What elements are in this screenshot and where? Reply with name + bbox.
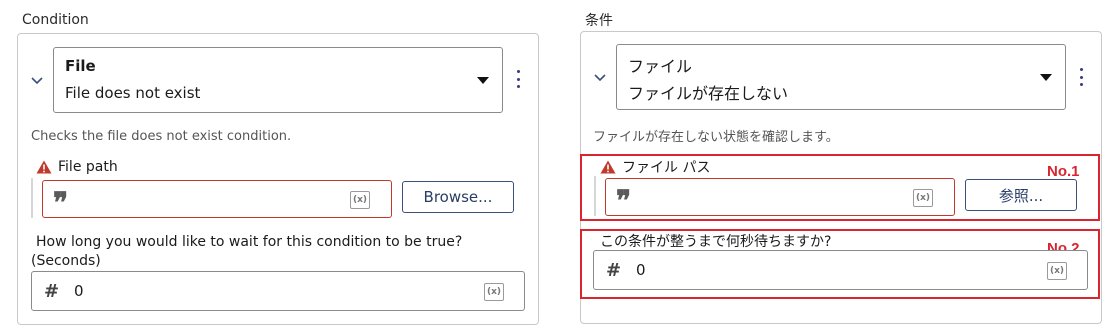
wait-label-unit: (Seconds) (31, 253, 101, 269)
more-vertical-icon[interactable] (1078, 68, 1084, 86)
file-path-label: File path (36, 159, 118, 175)
variable-x-icon[interactable]: (x) (484, 283, 504, 301)
file-path-input-jp[interactable]: ❞ (x) (605, 178, 955, 216)
dropdown-caret-icon (477, 77, 489, 84)
variable-x-icon[interactable]: (x) (913, 189, 933, 207)
dropdown-caret-icon (1040, 74, 1052, 81)
file-path-label-jp: ファイル パス (600, 157, 710, 177)
wait-seconds-input[interactable]: # 0 (x) (31, 271, 525, 311)
browse-button-jp[interactable]: 参照... (965, 179, 1077, 211)
wait-label-jp: この条件が整うまで何秒待ちますか? (600, 234, 832, 250)
condition-type-select-jp[interactable]: ファイル ファイルが存在しない (616, 44, 1066, 110)
file-path-label-text-jp: ファイル パス (622, 160, 711, 176)
file-path-label-text: File path (58, 159, 118, 175)
quote-icon: ❞ (616, 184, 632, 217)
select-category-jp: ファイル (628, 57, 693, 76)
variable-x-icon[interactable]: (x) (350, 191, 370, 209)
browse-button[interactable]: Browse... (402, 181, 514, 213)
condition-type-select[interactable]: File File does not exist (53, 47, 503, 113)
select-category: File (65, 57, 96, 75)
select-value: File does not exist (65, 84, 201, 102)
quote-icon: ❞ (53, 186, 69, 219)
condition-description-jp: ファイルが存在しない状態を確認します。 (593, 130, 839, 145)
chevron-down-icon[interactable] (593, 71, 607, 85)
number-hash-icon: # (606, 260, 622, 281)
warning-triangle-icon (600, 160, 616, 174)
condition-description: Checks the file does not exist condition… (31, 129, 292, 144)
warning-triangle-icon (36, 160, 52, 174)
field-rail (31, 178, 33, 218)
more-vertical-icon[interactable] (515, 70, 521, 88)
wait-seconds-input-jp[interactable]: # 0 (x) (593, 250, 1088, 290)
select-value-jp: ファイルが存在しない (628, 84, 789, 103)
file-path-input[interactable]: ❞ (x) (42, 180, 392, 218)
wait-seconds-value: 0 (74, 282, 84, 300)
condition-section-label: Condition (22, 12, 89, 28)
wait-seconds-value-jp: 0 (636, 261, 646, 279)
number-hash-icon: # (44, 281, 60, 302)
condition-section-label-jp: 条件 (585, 13, 613, 29)
wait-label: How long you would like to wait for this… (36, 234, 463, 250)
field-rail (594, 176, 596, 216)
chevron-down-icon[interactable] (30, 74, 44, 88)
annotation-label-no1: No.1 (1047, 163, 1080, 180)
variable-x-icon[interactable]: (x) (1047, 262, 1067, 280)
